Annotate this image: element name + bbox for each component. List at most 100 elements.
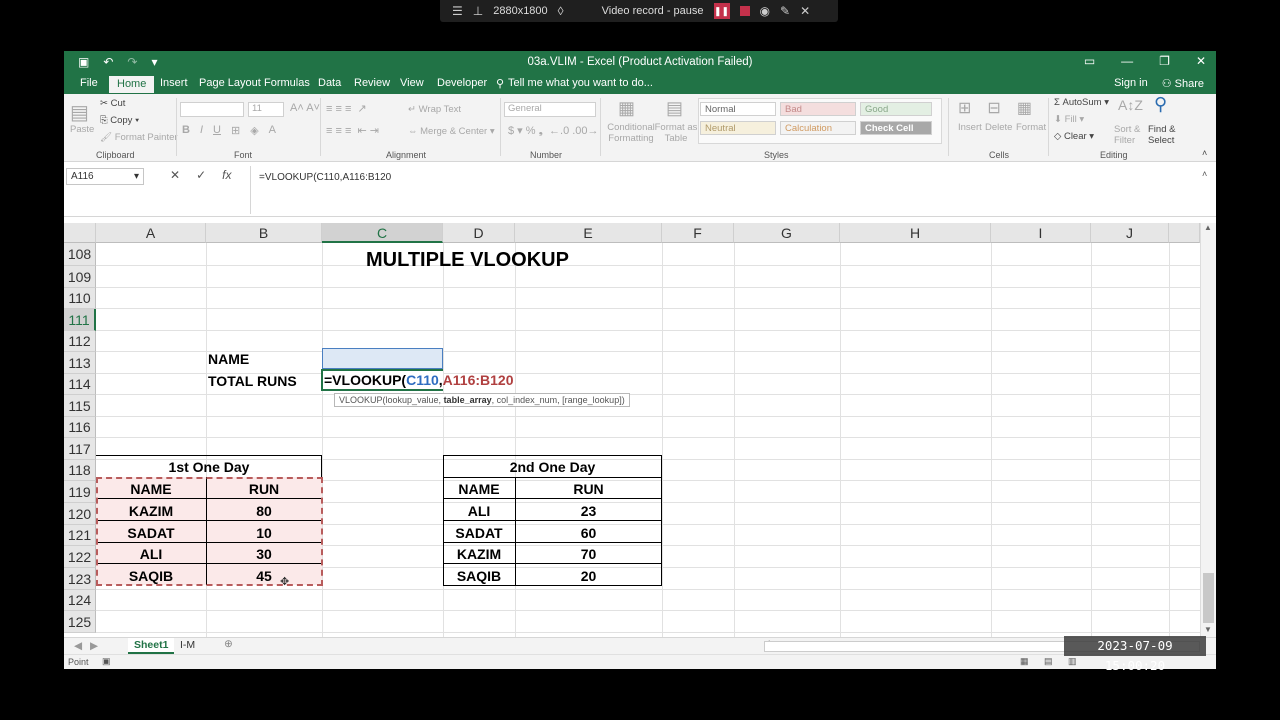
column-header-i[interactable]: I bbox=[991, 223, 1091, 243]
pen-icon[interactable]: ✎ bbox=[780, 4, 790, 18]
scroll-thumb[interactable] bbox=[1203, 573, 1214, 623]
sort-filter-icon[interactable]: A↕Z bbox=[1118, 97, 1143, 113]
row-header[interactable]: 125 bbox=[64, 611, 96, 633]
column-header-h[interactable]: H bbox=[840, 223, 991, 243]
sheet-nav-left-icon[interactable]: ◀ bbox=[74, 640, 82, 652]
normal-view-icon[interactable]: ▦ bbox=[1020, 656, 1029, 667]
table2-run-cell[interactable]: 60 bbox=[515, 525, 662, 541]
minimize-icon[interactable]: — bbox=[1121, 54, 1133, 68]
number-format-box[interactable]: General bbox=[504, 102, 596, 117]
tab-formulas[interactable]: Formulas bbox=[264, 77, 310, 89]
merge-center-button[interactable]: ⇔ Merge & Center ▾ bbox=[408, 126, 495, 137]
style-good[interactable]: Good bbox=[860, 102, 932, 116]
tell-me-input[interactable]: Tell me what you want to do... bbox=[508, 77, 653, 89]
style-normal[interactable]: Normal bbox=[700, 102, 776, 116]
formula-input[interactable]: =VLOOKUP(C110,A116:B120 bbox=[250, 166, 1212, 214]
row-header[interactable]: 120 bbox=[64, 503, 96, 525]
pin-icon[interactable]: ⊥ bbox=[473, 4, 483, 18]
column-header-f[interactable]: F bbox=[662, 223, 734, 243]
format-as-table-button[interactable]: Format as Table bbox=[654, 122, 698, 144]
row-header[interactable]: 121 bbox=[64, 525, 96, 546]
column-header-e[interactable]: E bbox=[515, 223, 662, 243]
cut-button[interactable]: ✂ Cut bbox=[100, 98, 125, 109]
number-format-icons[interactable]: $ ▾ % ❟ ←.0 .00→ bbox=[508, 124, 599, 138]
expand-formula-icon[interactable]: ˄ bbox=[1202, 169, 1207, 179]
tab-insert[interactable]: Insert bbox=[160, 77, 188, 89]
row-header[interactable]: 119 bbox=[64, 481, 96, 503]
add-sheet-icon[interactable]: ⊕ bbox=[224, 638, 233, 650]
page-layout-view-icon[interactable]: ▤ bbox=[1044, 656, 1053, 667]
search-icon[interactable]: ⚲ bbox=[1154, 94, 1167, 115]
column-header-k[interactable] bbox=[1169, 223, 1200, 243]
tab-file[interactable]: File bbox=[80, 77, 98, 89]
select-all-corner[interactable] bbox=[64, 223, 96, 243]
table2-name-cell[interactable]: SAQIB bbox=[443, 568, 515, 584]
table2-run-cell[interactable]: 70 bbox=[515, 546, 662, 562]
vertical-scrollbar[interactable]: ▲ ▼ bbox=[1200, 223, 1216, 637]
format-button[interactable]: Format bbox=[1016, 122, 1046, 133]
font-name-box[interactable] bbox=[180, 102, 244, 117]
table2-run-cell[interactable]: 23 bbox=[515, 503, 662, 519]
clear-button[interactable]: ◇ Clear ▾ bbox=[1054, 131, 1094, 142]
enter-icon[interactable]: ✓ bbox=[196, 168, 206, 182]
insert-button[interactable]: Insert bbox=[958, 122, 982, 133]
conditional-formatting-icon[interactable]: ▦ bbox=[618, 98, 635, 119]
format-as-table-icon[interactable]: ▤ bbox=[666, 98, 683, 119]
sheet-tab-sheet1[interactable]: Sheet1 bbox=[128, 638, 175, 654]
style-neutral[interactable]: Neutral bbox=[700, 121, 776, 135]
table2-header-name[interactable]: NAME bbox=[443, 481, 515, 497]
tab-review[interactable]: Review bbox=[354, 77, 390, 89]
row-header[interactable]: 117 bbox=[64, 438, 96, 460]
scroll-down-icon[interactable]: ▼ bbox=[1204, 625, 1212, 634]
bold-icon[interactable]: B bbox=[182, 124, 190, 137]
font-color-icon[interactable]: A bbox=[269, 124, 276, 137]
align-top-icons[interactable]: ≡ ≡ ≡ ↗ bbox=[326, 102, 367, 115]
ribbon-display-icon[interactable]: ▭ bbox=[1084, 54, 1095, 68]
font-grow-icon[interactable]: A˄ A˅ bbox=[290, 102, 320, 114]
underline-icon[interactable]: U bbox=[213, 124, 221, 137]
column-header-b[interactable]: B bbox=[206, 223, 322, 243]
table2-header-run[interactable]: RUN bbox=[515, 481, 662, 497]
page-break-view-icon[interactable]: ▥ bbox=[1068, 656, 1077, 667]
table2-name-cell[interactable]: KAZIM bbox=[443, 546, 515, 562]
wrap-text-button[interactable]: ↵ Wrap Text bbox=[408, 104, 461, 115]
sort-filter-button[interactable]: Sort & Filter bbox=[1114, 124, 1144, 146]
sheet-tab-i-m[interactable]: I-M bbox=[180, 639, 195, 651]
row-header[interactable]: 118 bbox=[64, 460, 96, 481]
row-header[interactable]: 124 bbox=[64, 590, 96, 611]
row-header[interactable]: 109 bbox=[64, 266, 96, 288]
scroll-up-icon[interactable]: ▲ bbox=[1204, 223, 1212, 232]
tab-home[interactable]: Home bbox=[109, 76, 155, 93]
stop-button[interactable] bbox=[739, 6, 750, 16]
drop-icon[interactable]: ◊ bbox=[558, 4, 564, 18]
menu-icon[interactable]: ☰ bbox=[452, 4, 463, 18]
worksheet-grid[interactable]: A B C D E F G H I J MULTIPLE VLOOKUP NAM… bbox=[64, 223, 1216, 637]
lookup-value-cell[interactable] bbox=[322, 348, 443, 369]
sheet-title[interactable]: MULTIPLE VLOOKUP bbox=[366, 249, 569, 272]
style-calculation[interactable]: Calculation bbox=[780, 121, 856, 135]
row-header[interactable]: 112 bbox=[64, 331, 96, 352]
row-header[interactable]: 113 bbox=[64, 352, 96, 374]
row-header[interactable]: 111 bbox=[64, 309, 96, 331]
camera-icon[interactable]: ◉ bbox=[760, 4, 770, 18]
sheet-nav-right-icon[interactable]: ▶ bbox=[90, 640, 98, 652]
copy-button[interactable]: ⎘ Copy ▾ bbox=[100, 115, 139, 126]
column-header-d[interactable]: D bbox=[443, 223, 515, 243]
row-header[interactable]: 108 bbox=[64, 243, 96, 266]
insert-function-icon[interactable]: fx bbox=[222, 168, 231, 182]
restore-icon[interactable]: ❐ bbox=[1159, 54, 1170, 68]
delete-button[interactable]: Delete bbox=[985, 122, 1012, 133]
format-painter-button[interactable]: 🖌 Format Painter bbox=[100, 132, 178, 143]
close-icon[interactable]: ✕ bbox=[800, 4, 810, 18]
italic-icon[interactable]: I bbox=[200, 124, 203, 137]
insert-icon[interactable]: ⊞ bbox=[958, 98, 971, 118]
table2-name-cell[interactable]: SADAT bbox=[443, 525, 515, 541]
column-header-g[interactable]: G bbox=[734, 223, 840, 243]
share-button[interactable]: ⚇ Share bbox=[1162, 77, 1204, 90]
column-header-a[interactable]: A bbox=[96, 223, 206, 243]
tab-view[interactable]: View bbox=[400, 77, 424, 89]
tab-data[interactable]: Data bbox=[318, 77, 341, 89]
row-header[interactable]: 116 bbox=[64, 417, 96, 438]
style-bad[interactable]: Bad bbox=[780, 102, 856, 116]
row-header[interactable]: 122 bbox=[64, 546, 96, 568]
